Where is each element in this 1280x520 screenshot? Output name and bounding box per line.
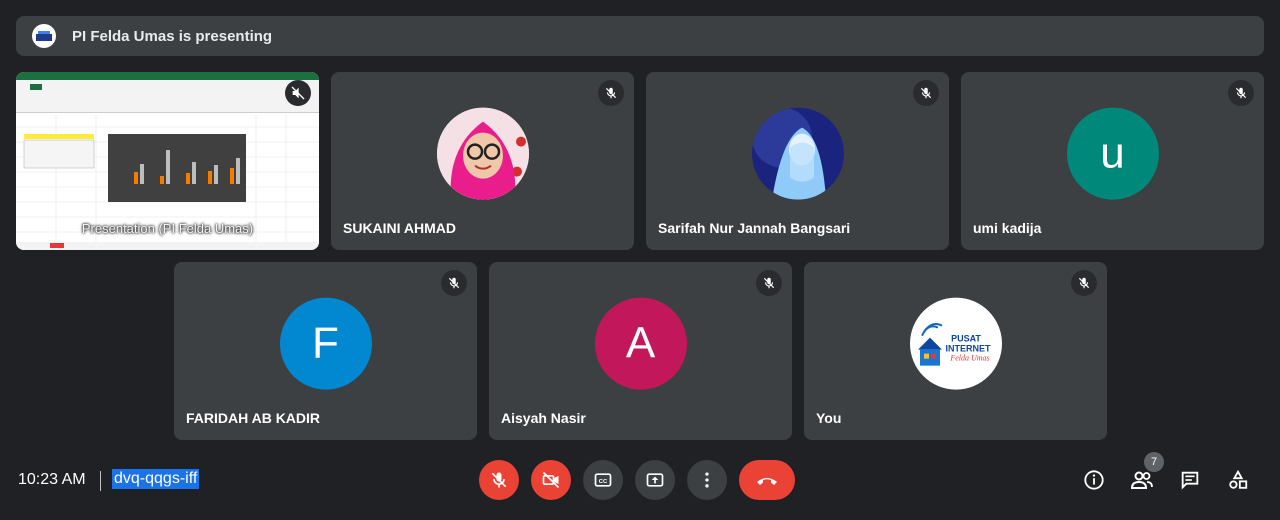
mic-off-icon	[756, 270, 782, 296]
mic-off-icon	[1228, 80, 1254, 106]
mic-toggle-button[interactable]	[479, 460, 519, 500]
meeting-code[interactable]: dvq-qqgs-iff	[112, 469, 200, 489]
participant-name: umi kadija	[973, 220, 1042, 236]
participant-name: SUKAINI AHMAD	[343, 220, 457, 236]
participant-tile-you[interactable]: PUSAT INTERNET Felda Umas You	[804, 262, 1107, 440]
bottom-control-bar: 10:23 AM dvq-qqgs-iff CC 7	[0, 452, 1280, 520]
participant-tile-sukaini[interactable]: SUKAINI AHMAD	[331, 72, 634, 250]
presentation-tile[interactable]: Presentation (PI Felda Umas)	[16, 72, 319, 250]
participant-name: Sarifah Nur Jannah Bangsari	[658, 220, 851, 236]
logo-line3: Felda Umas	[949, 354, 989, 363]
mic-off-icon	[491, 472, 507, 488]
mic-off-icon	[913, 80, 939, 106]
divider	[100, 471, 101, 491]
participant-tile-aisyah[interactable]: A Aisyah Nasir	[489, 262, 792, 440]
presenting-banner: PI Felda Umas is presenting	[16, 16, 1264, 56]
svg-text:CC: CC	[599, 479, 608, 485]
present-screen-icon	[646, 473, 664, 487]
participant-name: Aisyah Nasir	[501, 410, 586, 426]
captions-icon: CC	[594, 473, 612, 487]
camera-toggle-button[interactable]	[531, 460, 571, 500]
volume-muted-icon	[285, 80, 311, 106]
chat-button[interactable]	[1177, 467, 1203, 493]
meeting-details-button[interactable]	[1081, 467, 1107, 493]
logo-line2: INTERNET	[945, 344, 991, 354]
presentation-caption: Presentation (PI Felda Umas)	[81, 221, 254, 236]
info-icon	[1084, 470, 1104, 490]
camera-off-icon	[542, 471, 560, 489]
pusat-internet-logo: PUSAT INTERNET Felda Umas	[909, 297, 1002, 390]
present-now-button[interactable]	[635, 460, 675, 500]
logo-line1: PUSAT	[951, 334, 981, 344]
more-vert-icon	[705, 472, 709, 488]
participant-name: You	[816, 410, 842, 426]
activities-button[interactable]	[1225, 467, 1251, 493]
activities-shapes-icon	[1229, 469, 1248, 489]
avatar-initial: u	[1066, 107, 1159, 200]
participant-tile-umi[interactable]: u umi kadija	[961, 72, 1264, 250]
participant-tile-sarifah[interactable]: Sarifah Nur Jannah Bangsari	[646, 72, 949, 250]
participant-count-badge: 7	[1144, 452, 1164, 472]
participant-tile-faridah[interactable]: F FARIDAH AB KADIR	[174, 262, 477, 440]
chat-icon	[1181, 471, 1199, 490]
captions-button[interactable]: CC	[583, 460, 623, 500]
participant-name: FARIDAH AB KADIR	[186, 410, 321, 426]
mic-off-icon	[1071, 270, 1097, 296]
more-options-button[interactable]	[687, 460, 727, 500]
mic-off-icon	[441, 270, 467, 296]
meeting-clock: 10:23 AM	[18, 471, 86, 488]
presenter-logo-icon	[32, 24, 56, 48]
hang-up-icon	[757, 478, 777, 485]
avatar-initial: A	[594, 297, 687, 390]
avatar-photo-sukaini	[436, 107, 529, 200]
avatar-photo-sarifah	[751, 107, 844, 200]
leave-call-button[interactable]	[739, 460, 795, 500]
avatar-initial: F	[279, 297, 372, 390]
mic-off-icon	[598, 80, 624, 106]
presenting-text: PI Felda Umas is presenting	[72, 27, 273, 45]
